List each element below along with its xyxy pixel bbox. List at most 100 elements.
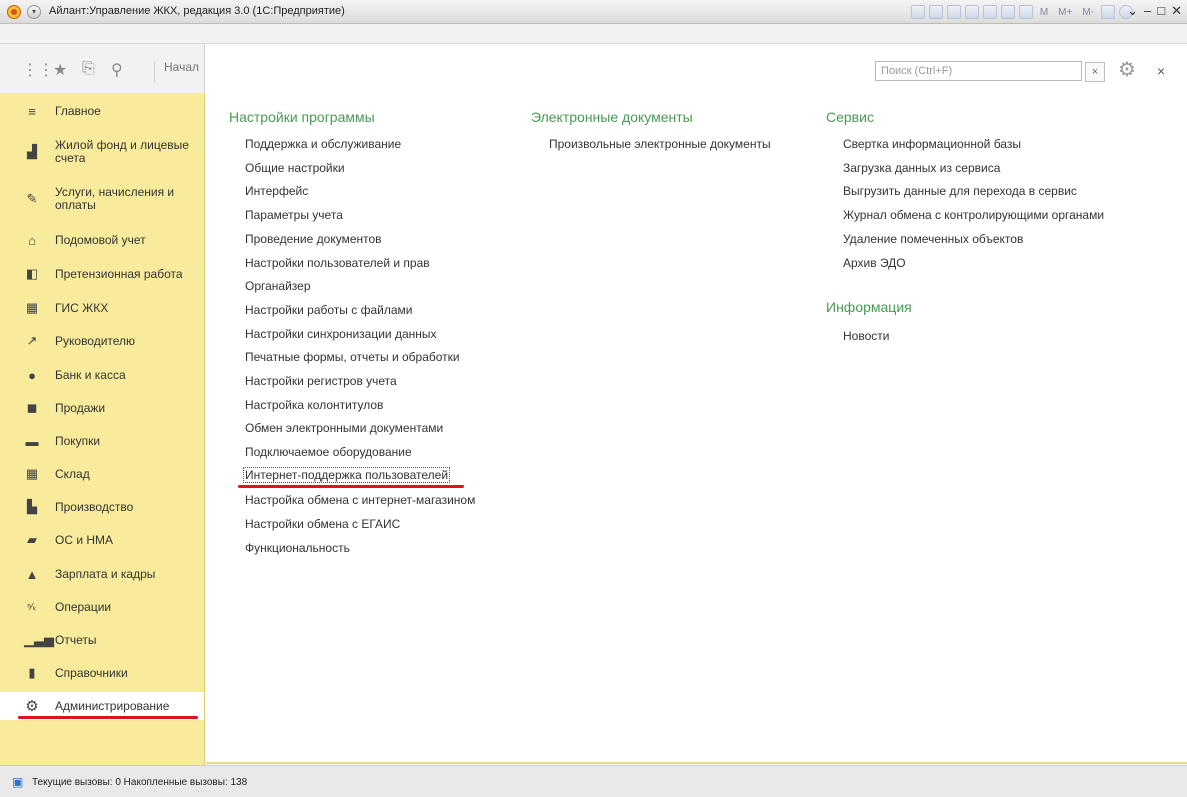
- clear-search-button[interactable]: ×: [1085, 62, 1105, 82]
- claim-icon: ◧: [25, 266, 39, 281]
- section-title-edocs: Электронные документы: [531, 109, 693, 125]
- trend-icon: ↗: [26, 333, 38, 348]
- bar-chart-icon: ▁▃▅: [24, 632, 54, 647]
- section-title-settings: Настройки программы: [229, 109, 375, 125]
- sidebar-item-house-accounting[interactable]: ⌂ Подомовой учет: [0, 230, 204, 250]
- link-file-settings[interactable]: Настройки работы с файлами: [245, 303, 412, 317]
- sidebar-item-label: Банк и касса: [55, 367, 126, 382]
- link-internet-support[interactable]: Интернет-поддержка пользователей: [243, 467, 451, 483]
- link-edoc-exchange[interactable]: Обмен электронными документами: [245, 421, 443, 435]
- memory-button-m-plus[interactable]: M+: [1055, 5, 1075, 19]
- calculator-icon[interactable]: [1018, 5, 1033, 19]
- link-delete-marked[interactable]: Удаление помеченных объектов: [843, 232, 1023, 246]
- sidebar-toolbar: ⋮⋮ ★ ⎘ ⚲ Начал: [0, 44, 205, 93]
- link-accounting-params[interactable]: Параметры учета: [245, 208, 343, 222]
- memory-button-m[interactable]: M: [1037, 5, 1051, 19]
- sidebar-item-label: Жилой фонд и лицевые счета: [55, 138, 189, 165]
- sidebar-item-manager[interactable]: ↗ Руководителю: [0, 331, 204, 351]
- sidebar-item-label: Операции: [55, 599, 112, 614]
- tabs-strip: [0, 24, 1187, 44]
- status-text: Текущие вызовы: 0 Накопленные вызовы: 13…: [32, 777, 248, 788]
- sidebar-item-housing[interactable]: ▟ Жилой фонд и лицевые счета: [0, 137, 204, 167]
- book-icon: ▮: [28, 665, 36, 680]
- link-interface[interactable]: Интерфейс: [245, 184, 308, 198]
- sidebar-item-label: Производство: [55, 499, 134, 514]
- maximize-icon[interactable]: □: [1157, 3, 1165, 19]
- highlight-underline: [18, 716, 198, 719]
- sidebar-item-warehouse[interactable]: ▦ Склад: [0, 464, 204, 484]
- link-load-from-service[interactable]: Загрузка данных из сервиса: [843, 161, 1000, 175]
- history-icon[interactable]: ⎘: [82, 60, 95, 78]
- sidebar-item-sales[interactable]: ◼ Продажи: [0, 398, 204, 418]
- link-headers-footers[interactable]: Настройка колонтитулов: [245, 398, 383, 412]
- sidebar-item-bank[interactable]: ● Банк и касса: [0, 365, 204, 385]
- link-db-collapse[interactable]: Свертка информационной базы: [843, 137, 1021, 151]
- link-support[interactable]: Поддержка и обслуживание: [245, 137, 401, 151]
- link-organizer[interactable]: Органайзер: [245, 279, 311, 293]
- search-box: [875, 61, 1082, 81]
- link-news[interactable]: Новости: [843, 329, 889, 343]
- sidebar-item-label: ГИС ЖКХ: [55, 300, 109, 315]
- person-icon: ▲: [25, 566, 39, 582]
- link-equipment[interactable]: Подключаемое оборудование: [245, 445, 412, 459]
- link-sync-settings[interactable]: Настройки синхронизации данных: [245, 327, 437, 341]
- link-export-to-service[interactable]: Выгрузить данные для перехода в сервис: [843, 184, 1077, 198]
- app-logo-icon[interactable]: [7, 5, 21, 19]
- favorites-star-icon[interactable]: [964, 5, 979, 19]
- chevron-down-icon[interactable]: ⌄: [1127, 3, 1138, 19]
- server-calls-icon: ▣: [12, 775, 24, 789]
- start-page-tab[interactable]: Начал: [154, 61, 199, 83]
- sidebar-item-salary[interactable]: ▲ Зарплата и кадры: [0, 564, 204, 584]
- close-window-icon[interactable]: ✕: [1171, 3, 1182, 19]
- housing-icon: ▟: [27, 144, 37, 159]
- sidebar-item-main[interactable]: ≡ Главное: [0, 101, 204, 121]
- close-panel-button[interactable]: ×: [1157, 63, 1165, 79]
- link-regulator-exchange-log[interactable]: Журнал обмена с контролирующими органами: [843, 208, 1104, 222]
- link-edo-archive[interactable]: Архив ЭДО: [843, 256, 906, 270]
- gear-icon: ⚙: [25, 698, 39, 715]
- link-webshop-exchange[interactable]: Настройка обмена с интернет-магазином: [245, 493, 475, 507]
- highlight-underline: [238, 485, 464, 488]
- sidebar-item-gis[interactable]: ▦ ГИС ЖКХ: [0, 298, 204, 318]
- favorites-star-icon[interactable]: ★: [53, 60, 67, 80]
- sidebar-item-assets[interactable]: ▰ ОС и НМА: [0, 530, 204, 550]
- window-menu-icon[interactable]: ▾: [27, 5, 41, 19]
- link-functionality[interactable]: Функциональность: [245, 541, 350, 555]
- sidebar-item-catalogs[interactable]: ▮ Справочники: [0, 663, 204, 683]
- title-toolbar: M M+ M-: [910, 4, 1133, 20]
- sidebar-item-production[interactable]: ▙ Производство: [0, 497, 204, 517]
- panel-divider: [206, 762, 1187, 764]
- sidebar-item-operations[interactable]: ⁿ⁄ₖ Операции: [0, 597, 204, 617]
- sidebar-item-claims[interactable]: ◧ Претензионная работа: [0, 264, 204, 284]
- link-egais-exchange[interactable]: Настройки обмена с ЕГАИС: [245, 517, 400, 531]
- sidebar-item-label: Покупки: [55, 433, 101, 448]
- apps-grid-icon[interactable]: ⋮⋮: [22, 60, 54, 80]
- preview-icon[interactable]: [946, 5, 961, 19]
- save-icon[interactable]: [910, 5, 925, 19]
- link-arbitrary-edocs[interactable]: Произвольные электронные документы: [549, 137, 771, 151]
- search-input[interactable]: [876, 62, 1081, 80]
- settings-gear-icon[interactable]: ⚙: [1118, 57, 1136, 82]
- link-general-settings[interactable]: Общие настройки: [245, 161, 345, 175]
- link-print-forms[interactable]: Печатные формы, отчеты и обработки: [245, 350, 460, 364]
- sidebar-item-label: Услуги, начисления и оплаты: [55, 185, 175, 212]
- ruble-icon: ●: [28, 367, 36, 383]
- sidebar-item-label: Отчеты: [55, 632, 97, 647]
- sidebar-item-label: Администрирование: [55, 698, 170, 713]
- section-title-info: Информация: [826, 299, 912, 315]
- sidebar-item-reports[interactable]: ▁▃▅ Отчеты: [0, 630, 204, 650]
- calendar-icon[interactable]: [1000, 5, 1015, 19]
- link-icon[interactable]: [982, 5, 997, 19]
- status-bar: ▣ Текущие вызовы: 0 Накопленные вызовы: …: [0, 765, 1187, 797]
- link-document-posting[interactable]: Проведение документов: [245, 232, 382, 246]
- search-icon[interactable]: ⚲: [111, 60, 123, 80]
- link-registers[interactable]: Настройки регистров учета: [245, 374, 397, 388]
- memory-button-m-minus[interactable]: M-: [1079, 5, 1097, 19]
- window-layout-icon[interactable]: [1101, 5, 1115, 19]
- link-users-rights[interactable]: Настройки пользователей и прав: [245, 256, 430, 270]
- section-title-service: Сервис: [826, 109, 874, 125]
- minimize-icon[interactable]: –: [1144, 3, 1151, 19]
- print-icon[interactable]: [928, 5, 943, 19]
- sidebar-item-purchases[interactable]: ▬ Покупки: [0, 431, 204, 451]
- sidebar-item-services[interactable]: ✎ Услуги, начисления и оплаты: [0, 184, 204, 214]
